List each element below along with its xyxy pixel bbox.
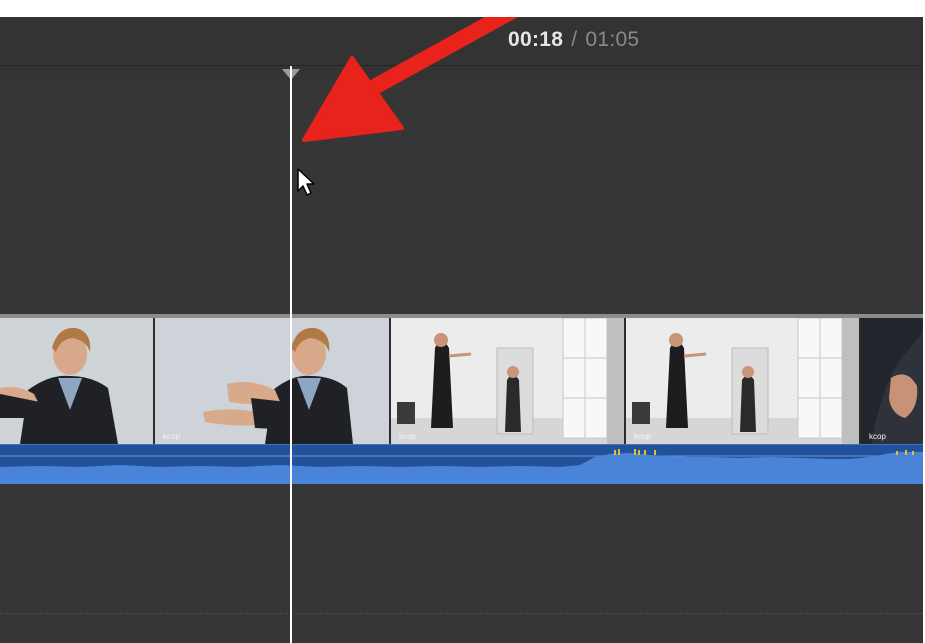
timecode-display: 00:18 / 01:05 (508, 28, 639, 52)
clip-watermark: kcop (399, 432, 416, 441)
frame-thumbnail (155, 318, 389, 444)
clip-frame[interactable]: kcop (861, 318, 923, 444)
audio-track[interactable] (0, 444, 923, 484)
audio-waveform (0, 445, 923, 484)
clip-watermark: kcop (869, 432, 886, 441)
current-time: 00:18 (508, 28, 564, 51)
track-divider (0, 613, 923, 614)
total-time: 01:05 (585, 28, 640, 51)
frame-thumbnail (626, 318, 859, 444)
mouse-pointer-icon (297, 168, 315, 196)
frame-thumbnail (861, 318, 923, 444)
playhead[interactable] (290, 66, 292, 643)
clip-watermark: kcop (634, 432, 651, 441)
clip-frame[interactable] (0, 318, 155, 444)
frame-thumbnail (391, 318, 624, 444)
top-margin (0, 0, 925, 17)
frame-thumbnail (0, 318, 153, 444)
timeline-header: 00:18 / 01:05 (0, 17, 923, 66)
clip-watermark: kcop (163, 432, 180, 441)
clip-frame[interactable]: kcop (155, 318, 391, 444)
time-separator: / (571, 28, 578, 51)
video-clip-filmstrip[interactable]: kcop kcop kcop kcop (0, 318, 923, 444)
imovie-timeline-window: 00:18 / 01:05 kcop kcop kcop kcop (0, 17, 923, 643)
clip-frame[interactable]: kcop (391, 318, 626, 444)
timeline-ruler[interactable] (0, 66, 923, 80)
clip-frame[interactable]: kcop (626, 318, 861, 444)
